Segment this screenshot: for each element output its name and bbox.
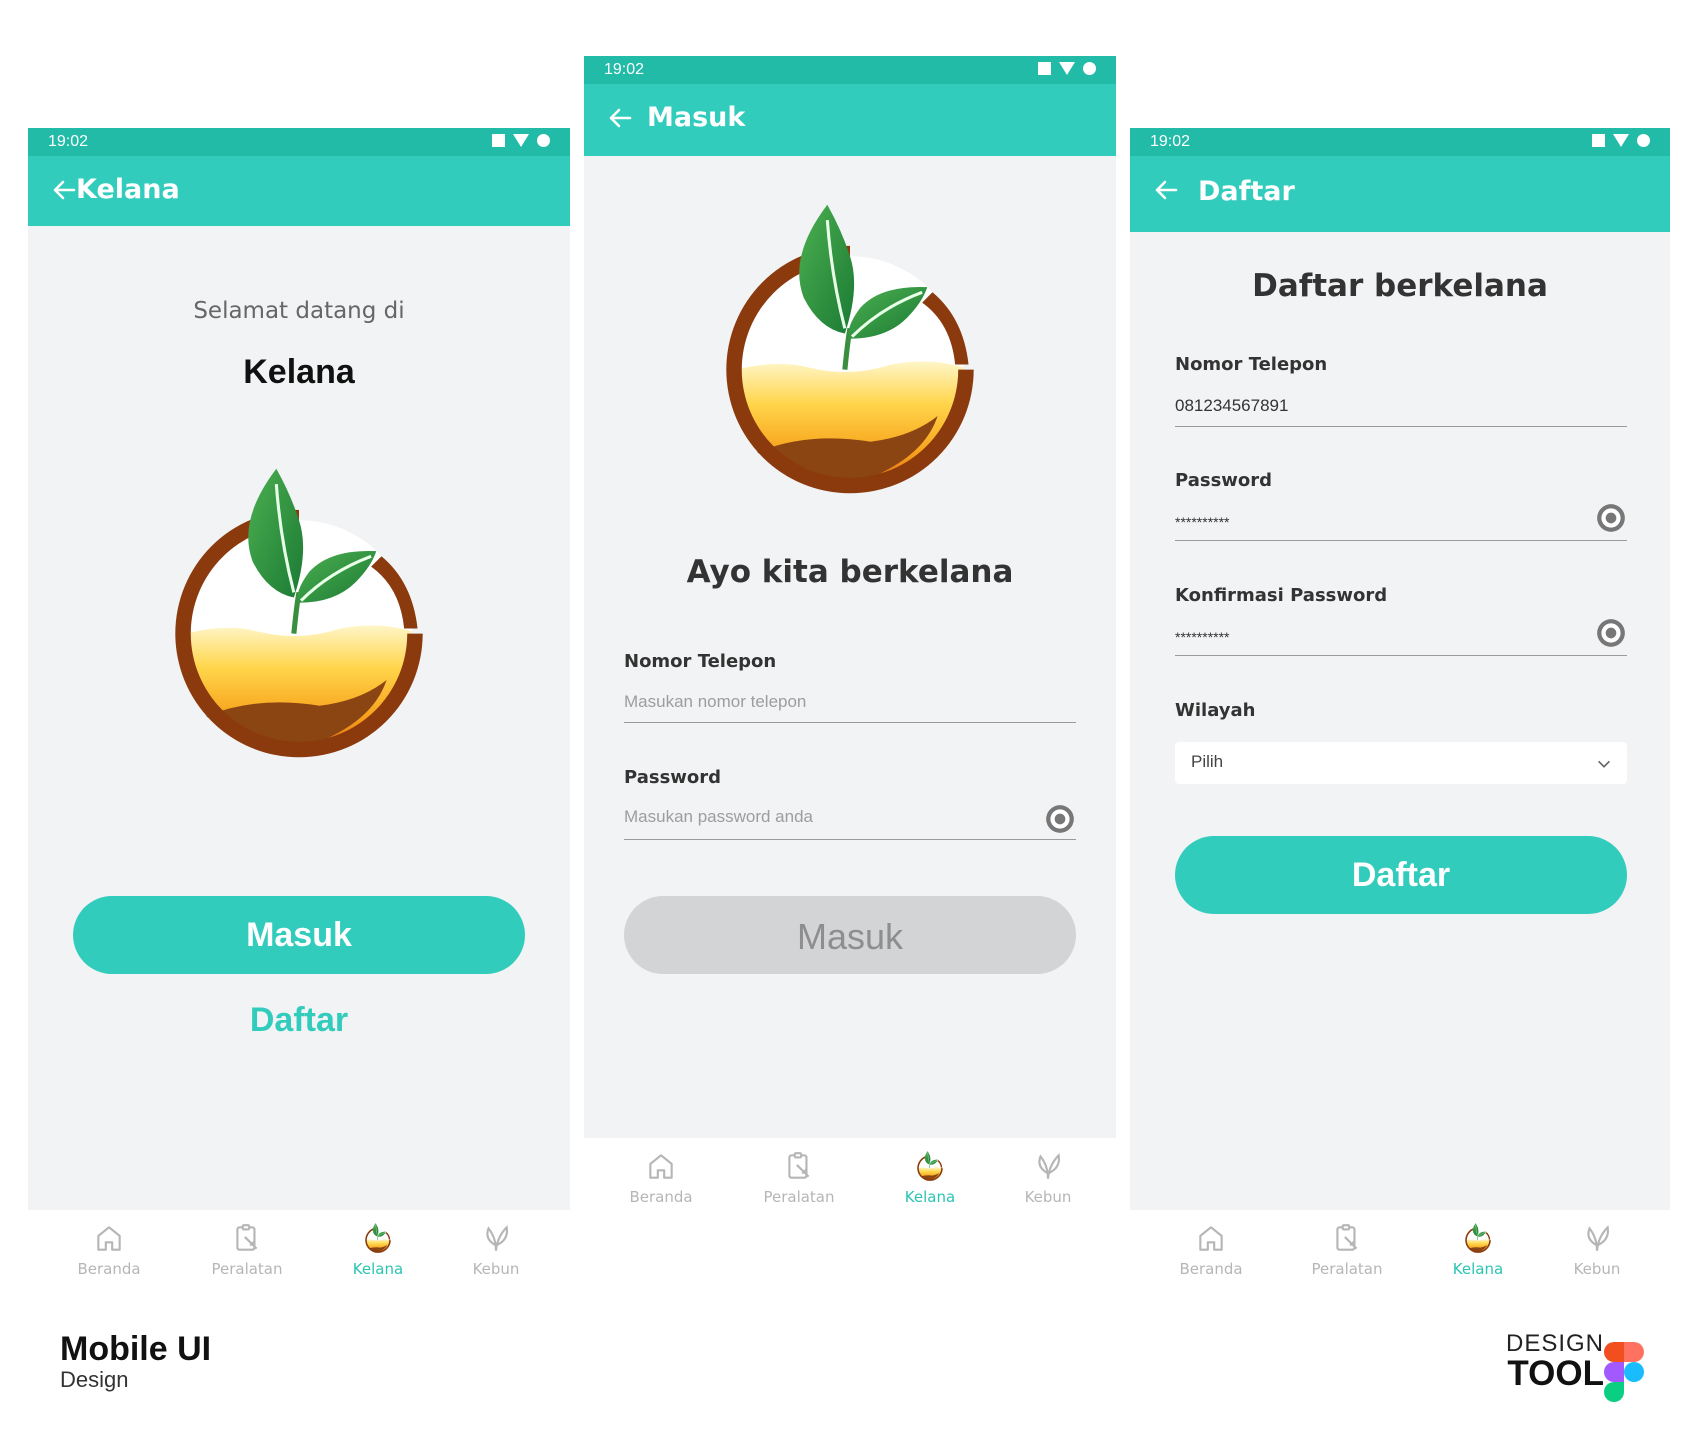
nav-label: Kebun: [472, 1260, 520, 1278]
confirm-password-label: Konfirmasi Password: [1175, 585, 1388, 606]
nav-label: Peralatan: [1311, 1260, 1383, 1278]
home-icon: [1195, 1222, 1227, 1254]
chevron-down-icon: [1595, 755, 1613, 773]
leaf-icon: [1032, 1150, 1064, 1182]
nav-label: Peralatan: [763, 1188, 835, 1206]
screen-login-nav-area: Beranda Peralatan Kelana Kebun: [584, 1138, 1116, 1238]
eye-icon[interactable]: [1595, 617, 1627, 649]
eye-icon[interactable]: [1595, 502, 1627, 534]
design-tool-line2: TOOL: [1507, 1354, 1604, 1393]
status-time: 19:02: [1150, 133, 1191, 150]
app-name: Kelana: [243, 353, 355, 391]
nav-label: Kebun: [1573, 1260, 1621, 1278]
eye-icon[interactable]: [1044, 803, 1076, 835]
nav-label: Beranda: [77, 1260, 141, 1278]
home-icon: [645, 1150, 677, 1182]
nav-item-peralatan[interactable]: Peralatan: [744, 1138, 854, 1206]
nav-item-beranda[interactable]: Beranda: [54, 1210, 164, 1278]
app-bar: Daftar: [1130, 156, 1670, 232]
nav-label: Peralatan: [211, 1260, 283, 1278]
figma-logo: [1604, 1342, 1644, 1402]
phone-label: Nomor Telepon: [624, 651, 777, 672]
register-link[interactable]: Daftar: [28, 1001, 570, 1040]
kelana-logo-icon: [914, 1150, 946, 1182]
login-button[interactable]: Masuk: [73, 896, 525, 974]
region-select[interactable]: Pilih: [1175, 742, 1627, 784]
status-icons: [1592, 134, 1650, 147]
leaf-icon: [480, 1222, 512, 1254]
app-bar: Masuk: [584, 84, 1116, 156]
back-arrow-icon[interactable]: [1152, 173, 1180, 207]
back-arrow-icon[interactable]: [606, 101, 634, 135]
phone-value: 081234567891: [1175, 396, 1289, 415]
bottom-nav: Beranda Peralatan Kelana Kebun: [28, 1210, 570, 1290]
password-placeholder: Masukan password anda: [624, 807, 814, 826]
nav-item-peralatan[interactable]: Peralatan: [192, 1210, 302, 1278]
clipboard-tools-icon: [1331, 1222, 1363, 1254]
nav-label: Kebun: [1024, 1188, 1072, 1206]
register-button[interactable]: Daftar: [1175, 836, 1627, 914]
kelana-logo-icon: [1462, 1222, 1494, 1254]
status-icons: [1038, 62, 1096, 75]
password-input[interactable]: **********: [1175, 500, 1627, 541]
app-bar: Kelana: [28, 156, 570, 226]
password-input[interactable]: Masukan password anda: [624, 801, 1076, 840]
phone-placeholder: Masukan nomor telepon: [624, 692, 807, 711]
footer-title-block: Mobile UI Design: [60, 1330, 211, 1393]
phone-input[interactable]: 081234567891: [1175, 390, 1627, 427]
screen-register: 19:02 Daftar Daftar berkelana Nomor Tele…: [1130, 128, 1670, 1210]
phone-label: Nomor Telepon: [1175, 354, 1328, 375]
clipboard-tools-icon: [783, 1150, 815, 1182]
nav-item-kelana[interactable]: Kelana: [1423, 1210, 1533, 1278]
confirm-password-value: **********: [1175, 629, 1230, 645]
password-label: Password: [1175, 470, 1273, 491]
app-bar-title: Daftar: [1198, 176, 1295, 207]
design-tool-block: DESIGN TOOL: [1506, 1330, 1604, 1394]
password-value: **********: [1175, 514, 1230, 530]
screen-register-nav-area: Beranda Peralatan Kelana Kebun: [1130, 1210, 1670, 1310]
nav-item-peralatan[interactable]: Peralatan: [1292, 1210, 1402, 1278]
clipboard-tools-icon: [231, 1222, 263, 1254]
password-label: Password: [624, 767, 722, 788]
region-label: Wilayah: [1175, 700, 1256, 721]
footer-title: Mobile UI: [60, 1330, 212, 1368]
back-arrow-icon[interactable]: [50, 173, 78, 207]
screen-welcome: 19:02 Kelana Selamat datang di Kelana Ma…: [28, 128, 570, 1290]
kelana-logo-icon: [362, 1222, 394, 1254]
app-bar-title: Masuk: [647, 102, 746, 133]
status-time: 19:02: [48, 133, 89, 150]
nav-label: Beranda: [629, 1188, 693, 1206]
login-button[interactable]: Masuk: [624, 896, 1076, 974]
status-icons: [492, 134, 550, 147]
nav-item-beranda[interactable]: Beranda: [1156, 1210, 1266, 1278]
nav-item-kelana[interactable]: Kelana: [875, 1138, 985, 1206]
status-time: 19:02: [604, 61, 645, 78]
confirm-password-input[interactable]: **********: [1175, 615, 1627, 656]
nav-item-beranda[interactable]: Beranda: [606, 1138, 716, 1206]
status-bar: 19:02: [584, 56, 1116, 84]
login-heading: Ayo kita berkelana: [686, 554, 1014, 590]
phone-input[interactable]: Masukan nomor telepon: [624, 686, 1076, 723]
leaf-icon: [1581, 1222, 1613, 1254]
nav-item-kelana[interactable]: Kelana: [323, 1210, 433, 1278]
nav-label: Kelana: [904, 1188, 956, 1206]
kelana-logo: [165, 458, 433, 768]
nav-label: Beranda: [1179, 1260, 1243, 1278]
status-bar: 19:02: [1130, 128, 1670, 156]
nav-label: Kelana: [1452, 1260, 1504, 1278]
nav-item-kebun[interactable]: Kebun: [441, 1210, 551, 1278]
welcome-text: Selamat datang di: [193, 298, 405, 324]
nav-item-kebun[interactable]: Kebun: [993, 1138, 1103, 1206]
nav-label: Kelana: [352, 1260, 404, 1278]
home-icon: [93, 1222, 125, 1254]
app-bar-title: Kelana: [76, 174, 180, 205]
region-value: Pilih: [1191, 752, 1224, 771]
status-bar: 19:02: [28, 128, 570, 156]
kelana-logo: [716, 194, 984, 504]
register-heading: Daftar berkelana: [1252, 268, 1548, 304]
screen-login: 19:02 Masuk Ayo kita berkelana Nomor Tel…: [584, 56, 1116, 1146]
footer-subtitle: Design: [60, 1367, 129, 1392]
nav-item-kebun[interactable]: Kebun: [1542, 1210, 1652, 1278]
